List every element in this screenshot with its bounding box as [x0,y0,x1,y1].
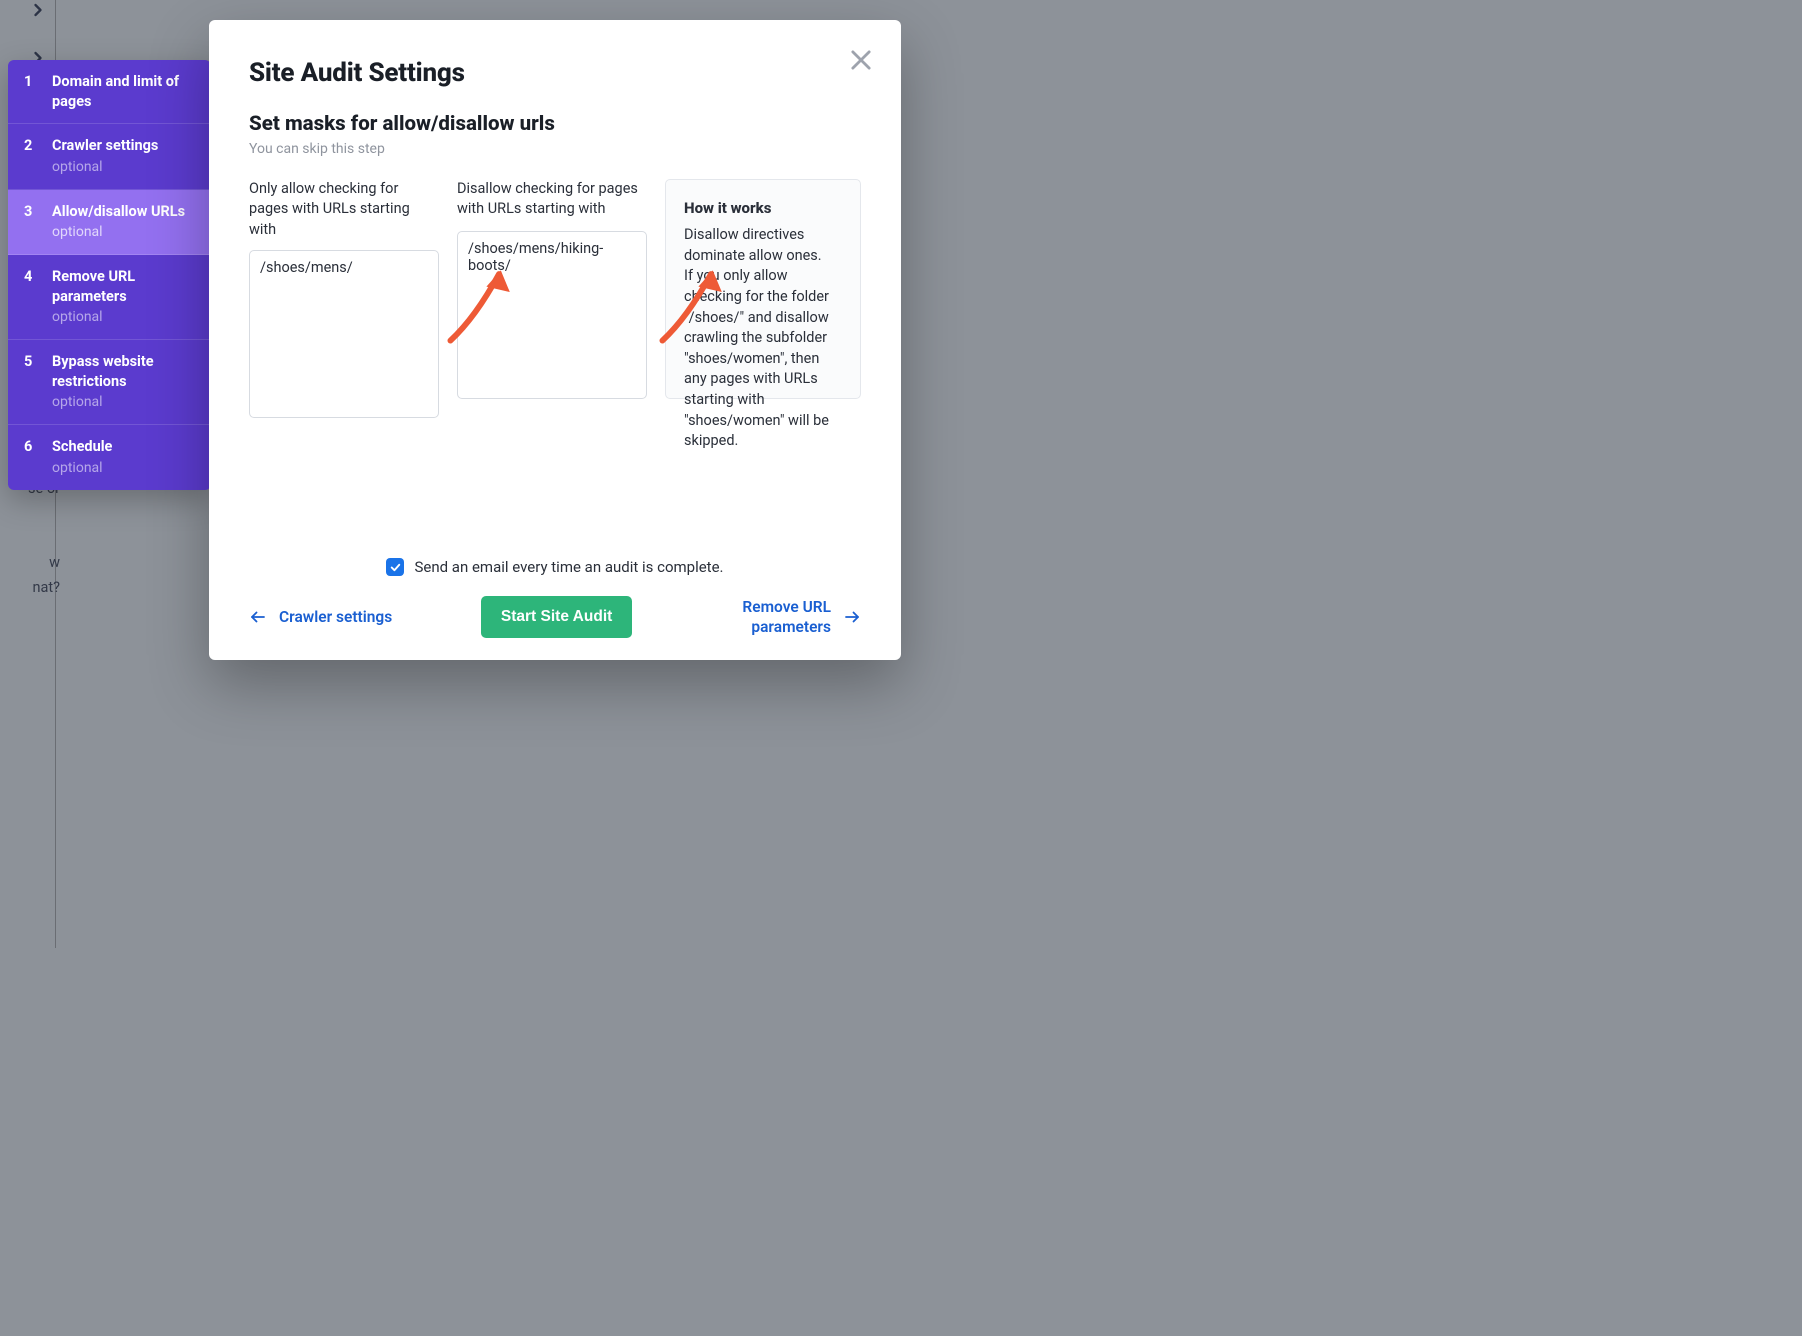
close-button[interactable] [847,46,875,74]
disallow-urls-input[interactable] [457,231,647,399]
allow-urls-label: Only allow checking for pages with URLs … [249,179,439,240]
skip-hint: You can skip this step [249,141,861,157]
how-it-works-title: How it works [684,198,844,219]
wizard-steps-sidebar: 1 Domain and limit of pages 2 Crawler se… [8,60,211,490]
settings-modal: Site Audit Settings Set masks for allow/… [209,20,901,660]
how-it-works-body: Disallow directives dominate allow ones.… [684,225,844,451]
email-on-complete-checkbox[interactable] [386,558,404,576]
disallow-urls-label: Disallow checking for pages with URLs st… [457,179,647,221]
arrow-right-icon [843,608,861,626]
previous-step-label: Crawler settings [279,608,392,626]
how-it-works-box: How it works Disallow directives dominat… [665,179,861,399]
next-step-link[interactable]: Remove URL parameters [721,597,861,637]
section-title: Set masks for allow/disallow urls [249,112,861,136]
previous-step-link[interactable]: Crawler settings [249,608,392,626]
email-on-complete-label: Send an email every time an audit is com… [414,558,723,576]
step-domain-limit[interactable]: 1 Domain and limit of pages [8,60,211,124]
step-remove-url-parameters[interactable]: 4 Remove URL parameters optional [8,255,211,340]
step-schedule[interactable]: 6 Schedule optional [8,425,211,489]
step-crawler-settings[interactable]: 2 Crawler settings optional [8,124,211,189]
step-allow-disallow-urls[interactable]: 3 Allow/disallow URLs optional [8,190,211,255]
modal-title: Site Audit Settings [249,58,861,88]
start-site-audit-button[interactable]: Start Site Audit [481,596,632,638]
allow-urls-input[interactable] [249,250,439,418]
step-bypass-restrictions[interactable]: 5 Bypass website restrictions optional [8,340,211,425]
next-step-label: Remove URL parameters [721,597,831,637]
chevron-right-icon [18,0,58,30]
arrow-left-icon [249,608,267,626]
